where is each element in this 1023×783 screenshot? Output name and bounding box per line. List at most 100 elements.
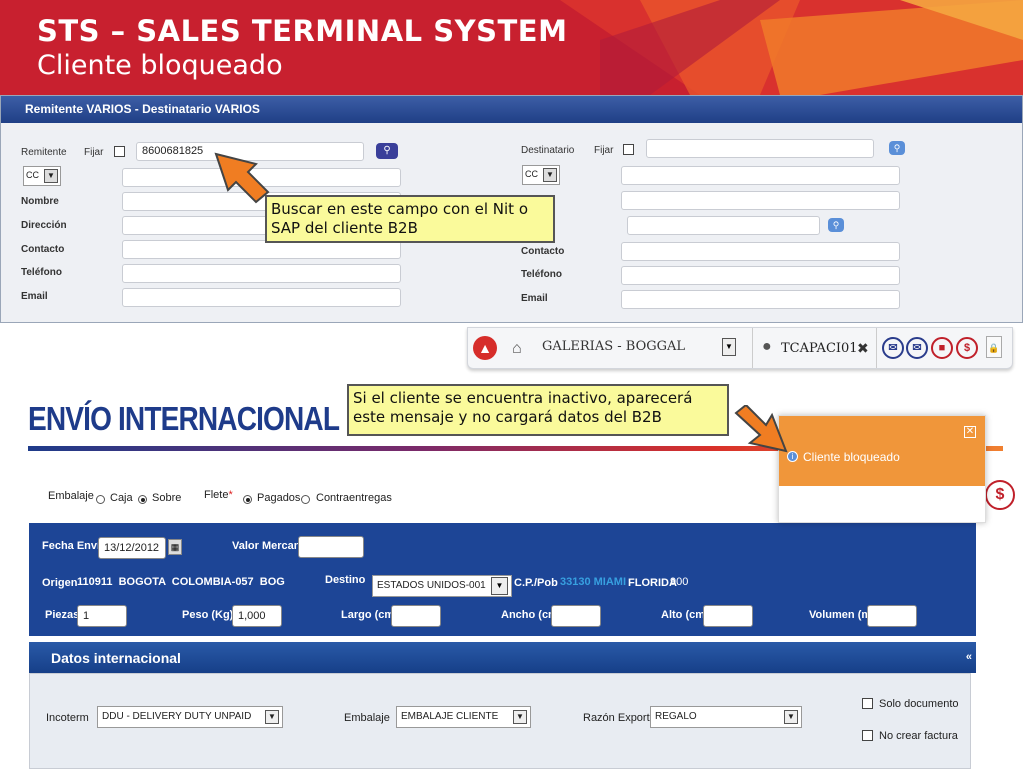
solo-documento-checkbox[interactable] [862,698,873,709]
dest-doc-type-select[interactable]: CC ▼ [522,165,560,185]
dest-telefono-label: Teléfono [521,269,562,280]
email-input[interactable] [122,288,401,307]
notification-message: Cliente bloqueado [803,450,900,464]
estado-code: 900 [670,576,689,588]
piezas-label: Piezas [45,609,80,621]
telefono-label: Teléfono [21,267,62,278]
flete-contraentregas-label: Contraentregas [316,492,392,504]
close-session-icon[interactable]: ✖ [857,340,869,357]
dest-field-doc[interactable] [621,166,900,185]
flete-contraentregas-radio[interactable] [301,495,310,504]
origen-value: 110911 BOGOTA COLOMBIA-057 BOG [77,576,285,588]
origen-label: Origen [42,577,78,589]
solo-documento-label: Solo documento [879,698,959,710]
user-name: TCAPACI01 [781,341,858,356]
dollar-icon[interactable]: $ [985,480,1015,510]
callout-inactivo: Si el cliente se encuentra inactivo, apa… [347,384,729,436]
orange-arrow-icon [734,405,788,453]
dollar-icon[interactable]: $ [956,337,978,359]
contacto-label: Contacto [21,244,65,255]
flete-label: Flete* [204,489,233,501]
dest-email-label: Email [521,293,548,304]
embalaje-caja-radio[interactable] [96,495,105,504]
incoterm-select[interactable]: DDU - DELIVERY DUTY UNPAID ▼ [97,706,283,728]
toolbar-divider [876,328,877,368]
dest-nombre-input[interactable] [621,191,900,210]
office-dropdown-button[interactable]: ▼ [722,338,736,356]
valor-input[interactable] [298,536,364,558]
fijar-destinatario-checkbox[interactable] [623,144,634,155]
dest-email-input[interactable] [621,290,900,309]
chevron-down-icon[interactable]: ▼ [491,577,508,595]
doc-type-select[interactable]: CC ▼ [23,166,61,186]
destino-label: Destino [325,574,366,586]
dest-direccion-input[interactable] [627,216,820,235]
largo-input[interactable] [391,605,441,627]
cp-label: C.P./Pob [514,577,558,589]
embalaje-intl-label: Embalaje [344,712,390,724]
incoterm-label: Incoterm [46,712,89,724]
telefono-input[interactable] [122,264,401,283]
embalaje-sobre-label: Sobre [152,492,182,504]
flete-pagados-label: Pagados [257,492,301,504]
home-icon: ⌂ [512,340,522,357]
remitente-search-button[interactable]: ⚲ [376,143,398,159]
shipment-details-box: Fecha Envío 13/12/2012 ▦ Valor Mercancía… [29,523,976,636]
chevron-down-icon: ▼ [543,168,557,182]
chevron-down-icon: ▼ [784,710,798,724]
slide-subtitle: Cliente bloqueado [37,50,283,81]
remitente-label: Remitente [21,147,67,158]
embalaje-intl-select[interactable]: EMBALAJE CLIENTE ▼ [396,706,531,728]
messages-icon[interactable]: ✉ [882,337,904,359]
search-icon: ⚲ [383,145,391,156]
destinatario-search-input[interactable] [646,139,874,158]
close-icon[interactable]: ✕ [964,426,976,438]
nombre-label: Nombre [21,196,59,207]
razon-label: Razón Exportar [583,712,660,724]
lock-icon[interactable]: 🔒 [986,336,1002,358]
embalaje-sobre-radio[interactable] [138,495,147,504]
direccion-label: Dirección [21,220,67,231]
dest-contacto-label: Contacto [521,246,565,257]
datos-internacional-body: Incoterm DDU - DELIVERY DUTY UNPAID ▼ Emb… [29,673,971,769]
dest-contacto-input[interactable] [621,242,900,261]
slide-header: STS – SALES TERMINAL SYSTEM Cliente bloq… [0,0,1023,95]
office-name: GALERIAS - BOGGAL [542,339,686,354]
volumen-input[interactable] [867,605,917,627]
piezas-input[interactable]: 1 [77,605,127,627]
peso-input[interactable]: 1,000 [232,605,282,627]
collapse-icon[interactable]: « [966,651,972,663]
no-crear-factura-label: No crear factura [879,730,958,742]
dest-direccion-search-button[interactable]: ⚲ [828,218,844,232]
fijar-remitente-checkbox[interactable] [114,146,125,157]
fijar-label: Fijar [84,147,104,158]
embalaje-label: Embalaje [48,490,94,502]
alto-input[interactable] [703,605,753,627]
embalaje-caja-label: Caja [110,492,133,504]
fecha-input[interactable]: 13/12/2012 [98,537,166,559]
datos-internacional-header[interactable]: Datos internacional « [29,642,976,673]
search-icon: ⚲ [893,143,901,153]
fijar-dest-label: Fijar [594,145,614,156]
callout-buscar: Buscar en este campo con el Nit o SAP de… [265,195,555,243]
razon-select[interactable]: REGALO ▼ [650,706,802,728]
largo-label: Largo (cm) [341,609,398,621]
app-logo-icon: ▲ [473,336,497,360]
alto-label: Alto (cm) [661,609,709,621]
bag-icon[interactable]: ■ [931,337,953,359]
flete-pagados-radio[interactable] [243,495,252,504]
panel-header: Remitente VARIOS - Destinatario VARIOS [1,96,1022,123]
page-title: ENVÍO INTERNACIONAL [28,400,340,437]
destinatario-label: Destinatario [521,145,575,156]
peso-label: Peso (Kg) [182,609,234,621]
calendar-icon[interactable]: ▦ [168,539,182,555]
chevron-down-icon: ▼ [725,342,733,351]
cp-value: 33130 MIAMI [560,576,627,588]
mail-icon[interactable]: ✉ [906,337,928,359]
no-crear-factura-checkbox[interactable] [862,730,873,741]
search-icon: ⚲ [832,220,840,230]
chevron-down-icon: ▼ [265,710,279,724]
destinatario-search-button[interactable]: ⚲ [889,141,905,155]
dest-telefono-input[interactable] [621,266,900,285]
ancho-input[interactable] [551,605,601,627]
